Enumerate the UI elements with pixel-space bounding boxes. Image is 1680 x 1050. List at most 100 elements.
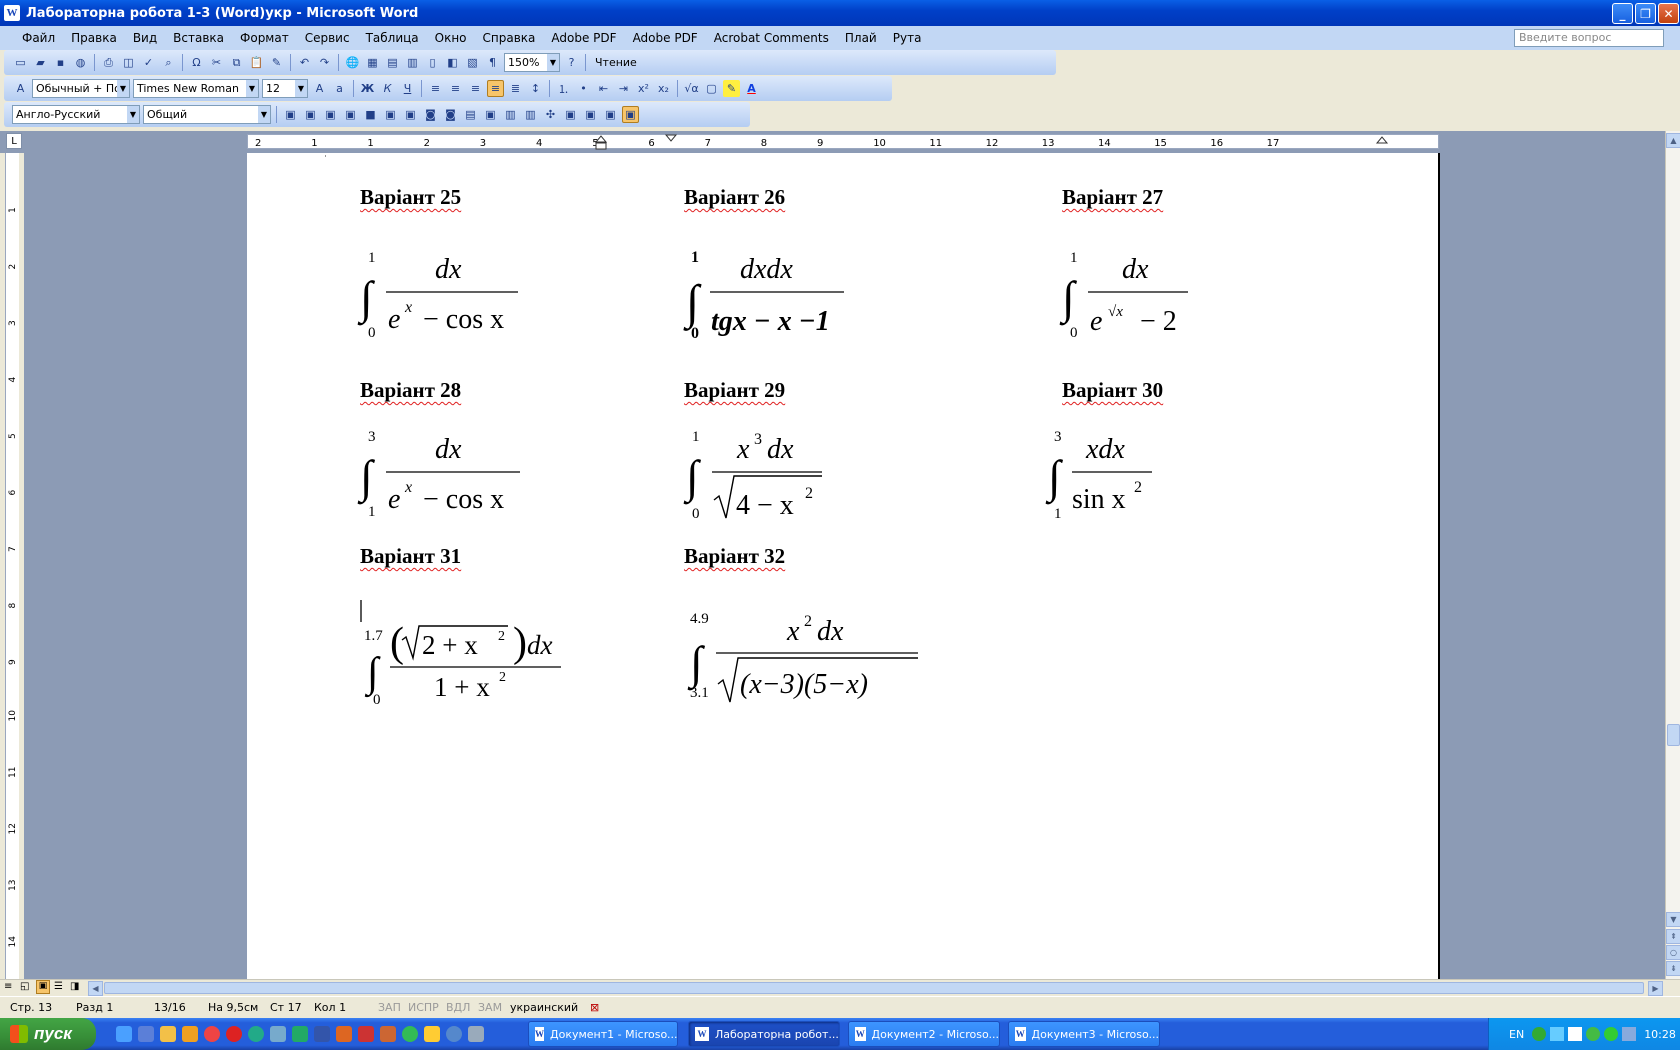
quicklaunch-lock-icon[interactable] [424,1026,440,1042]
print-layout-icon[interactable]: ▣ [36,980,50,994]
scroll-right-icon[interactable]: ▶ [1648,981,1663,996]
format-painter-icon[interactable]: ✎ [268,54,285,71]
symbol-icon[interactable]: Ω [188,54,205,71]
bullets-icon[interactable]: • [575,80,592,97]
chevron-down-icon[interactable]: ▼ [246,80,258,97]
subject-select[interactable]: Общий ▼ [143,105,271,124]
task-document3[interactable]: W Документ3 - Microso... [1008,1021,1160,1047]
menu-help[interactable]: Справка [475,31,544,45]
status-rec[interactable]: ЗАП [378,1001,408,1014]
word-app-icon[interactable]: W [4,5,20,21]
translate-tool-8-icon[interactable]: ◙ [422,106,439,123]
outline-view-icon[interactable]: ☰ [54,981,63,992]
menu-adobe-pdf-1[interactable]: Adobe PDF [543,31,624,45]
task-lab-work[interactable]: W Лабораторна робот... [688,1021,840,1047]
dictionary-select[interactable]: Англо-Русский ▼ [12,105,140,124]
restore-button[interactable]: ❐ [1635,3,1656,24]
menu-table[interactable]: Таблица [358,31,427,45]
scroll-left-icon[interactable]: ◀ [88,981,103,996]
align-center-icon[interactable]: ≡ [447,80,464,97]
menu-plai[interactable]: Плай [837,31,885,45]
quicklaunch-word-icon[interactable] [138,1026,154,1042]
horizontal-scroll-thumb[interactable] [104,982,1644,994]
font-select[interactable]: Times New Roman ▼ [133,79,259,98]
save-icon[interactable]: ▪ [52,54,69,71]
translate-tool-1-icon[interactable]: ▣ [282,106,299,123]
reading-view-icon[interactable]: ◨ [70,981,79,992]
tray-icon-4[interactable] [1604,1027,1619,1041]
translate-tool-15-icon[interactable]: ▣ [562,106,579,123]
spelling-status-icon[interactable]: ⊠ [590,1001,610,1014]
italic-icon[interactable]: К [379,80,396,97]
quicklaunch-media-icon[interactable] [270,1026,286,1042]
show-hide-icon[interactable]: ¶ [484,54,501,71]
translate-tool-3-icon[interactable]: ▣ [322,106,339,123]
font-size-select[interactable]: 12 ▼ [262,79,308,98]
vertical-scrollbar[interactable]: ▲ ▼ ⇞ ○ ⇟ [1665,131,1680,979]
bold-icon[interactable]: Ж [359,80,376,97]
document-map-icon[interactable]: ▧ [464,54,481,71]
quicklaunch-excel-icon[interactable] [292,1026,308,1042]
quicklaunch-skype-icon[interactable] [402,1026,418,1042]
tray-icon-5[interactable] [1622,1027,1637,1041]
close-button[interactable]: ✕ [1658,3,1679,24]
previous-page-icon[interactable]: ⇞ [1666,929,1680,944]
tray-icon-2[interactable] [1550,1027,1565,1041]
quicklaunch-ie-icon[interactable] [116,1026,132,1042]
horizontal-scrollbar[interactable]: ≡ ◱ ▣ ☰ ◨ ◀ ▶ [0,979,1680,996]
print-preview-icon[interactable]: ◫ [120,54,137,71]
undo-icon[interactable]: ↶ [296,54,313,71]
scroll-up-icon[interactable]: ▲ [1666,133,1680,148]
translate-tool-active-icon[interactable]: ▣ [622,106,639,123]
grow-font-icon[interactable]: A [311,80,328,97]
translate-tool-11-icon[interactable]: ▣ [482,106,499,123]
translate-tool-17-icon[interactable]: ▣ [602,106,619,123]
styles-icon[interactable]: A [12,80,29,97]
style-select[interactable]: Обычный + По ц ▼ [32,79,130,98]
menu-edit[interactable]: Правка [63,31,125,45]
quicklaunch-folder-icon[interactable] [160,1026,176,1042]
translate-tool-12-icon[interactable]: ▥ [502,106,519,123]
tables-borders-icon[interactable]: ▦ [364,54,381,71]
quicklaunch-app-icon[interactable] [182,1026,198,1042]
print-icon[interactable]: ⎙ [100,54,117,71]
language-indicator[interactable]: EN [1509,1028,1524,1041]
task-document1[interactable]: W Документ1 - Microso... [528,1021,678,1047]
decrease-indent-icon[interactable]: ⇤ [595,80,612,97]
quicklaunch-word2-icon[interactable] [314,1026,330,1042]
help-icon[interactable]: ? [563,54,580,71]
tab-stop-selector[interactable]: L [6,133,22,149]
quicklaunch-acrobat-icon[interactable] [358,1026,374,1042]
translate-tool-5-icon[interactable]: ■ [362,106,379,123]
underline-icon[interactable]: Ч [399,80,416,97]
open-icon[interactable]: ▰ [32,54,49,71]
scroll-down-icon[interactable]: ▼ [1666,912,1680,927]
chevron-down-icon[interactable]: ▼ [258,106,270,123]
tray-icon-1[interactable] [1532,1027,1547,1041]
clock[interactable]: 10:28 [1644,1028,1676,1041]
research-icon[interactable]: ⌕ [160,54,177,71]
equation-icon[interactable]: √α [683,80,700,97]
shrink-font-icon[interactable]: a [331,80,348,97]
copy-icon[interactable]: ⧉ [228,54,245,71]
quicklaunch-globe-icon[interactable] [248,1026,264,1042]
menu-view[interactable]: Вид [125,31,165,45]
status-ext[interactable]: ВДЛ [446,1001,478,1014]
menu-window[interactable]: Окно [427,31,475,45]
tray-network-icon[interactable] [1568,1027,1583,1041]
quicklaunch-tool-icon[interactable] [468,1026,484,1042]
menu-file[interactable]: Файл [14,31,63,45]
chevron-down-icon[interactable]: ▼ [547,54,559,71]
status-ovr[interactable]: ЗАМ [478,1001,510,1014]
subscript-icon[interactable]: x₂ [655,80,672,97]
translate-tool-9-icon[interactable]: ◙ [442,106,459,123]
paste-icon[interactable]: 📋 [248,54,265,71]
translate-tool-6-icon[interactable]: ▣ [382,106,399,123]
quicklaunch-player-icon[interactable] [446,1026,462,1042]
scroll-thumb[interactable] [1667,724,1680,746]
superscript-icon[interactable]: x² [635,80,652,97]
translate-tool-10-icon[interactable]: ▤ [462,106,479,123]
translate-tool-13-icon[interactable]: ▥ [522,106,539,123]
align-left-icon[interactable]: ≡ [427,80,444,97]
status-trk[interactable]: ИСПР [408,1001,446,1014]
